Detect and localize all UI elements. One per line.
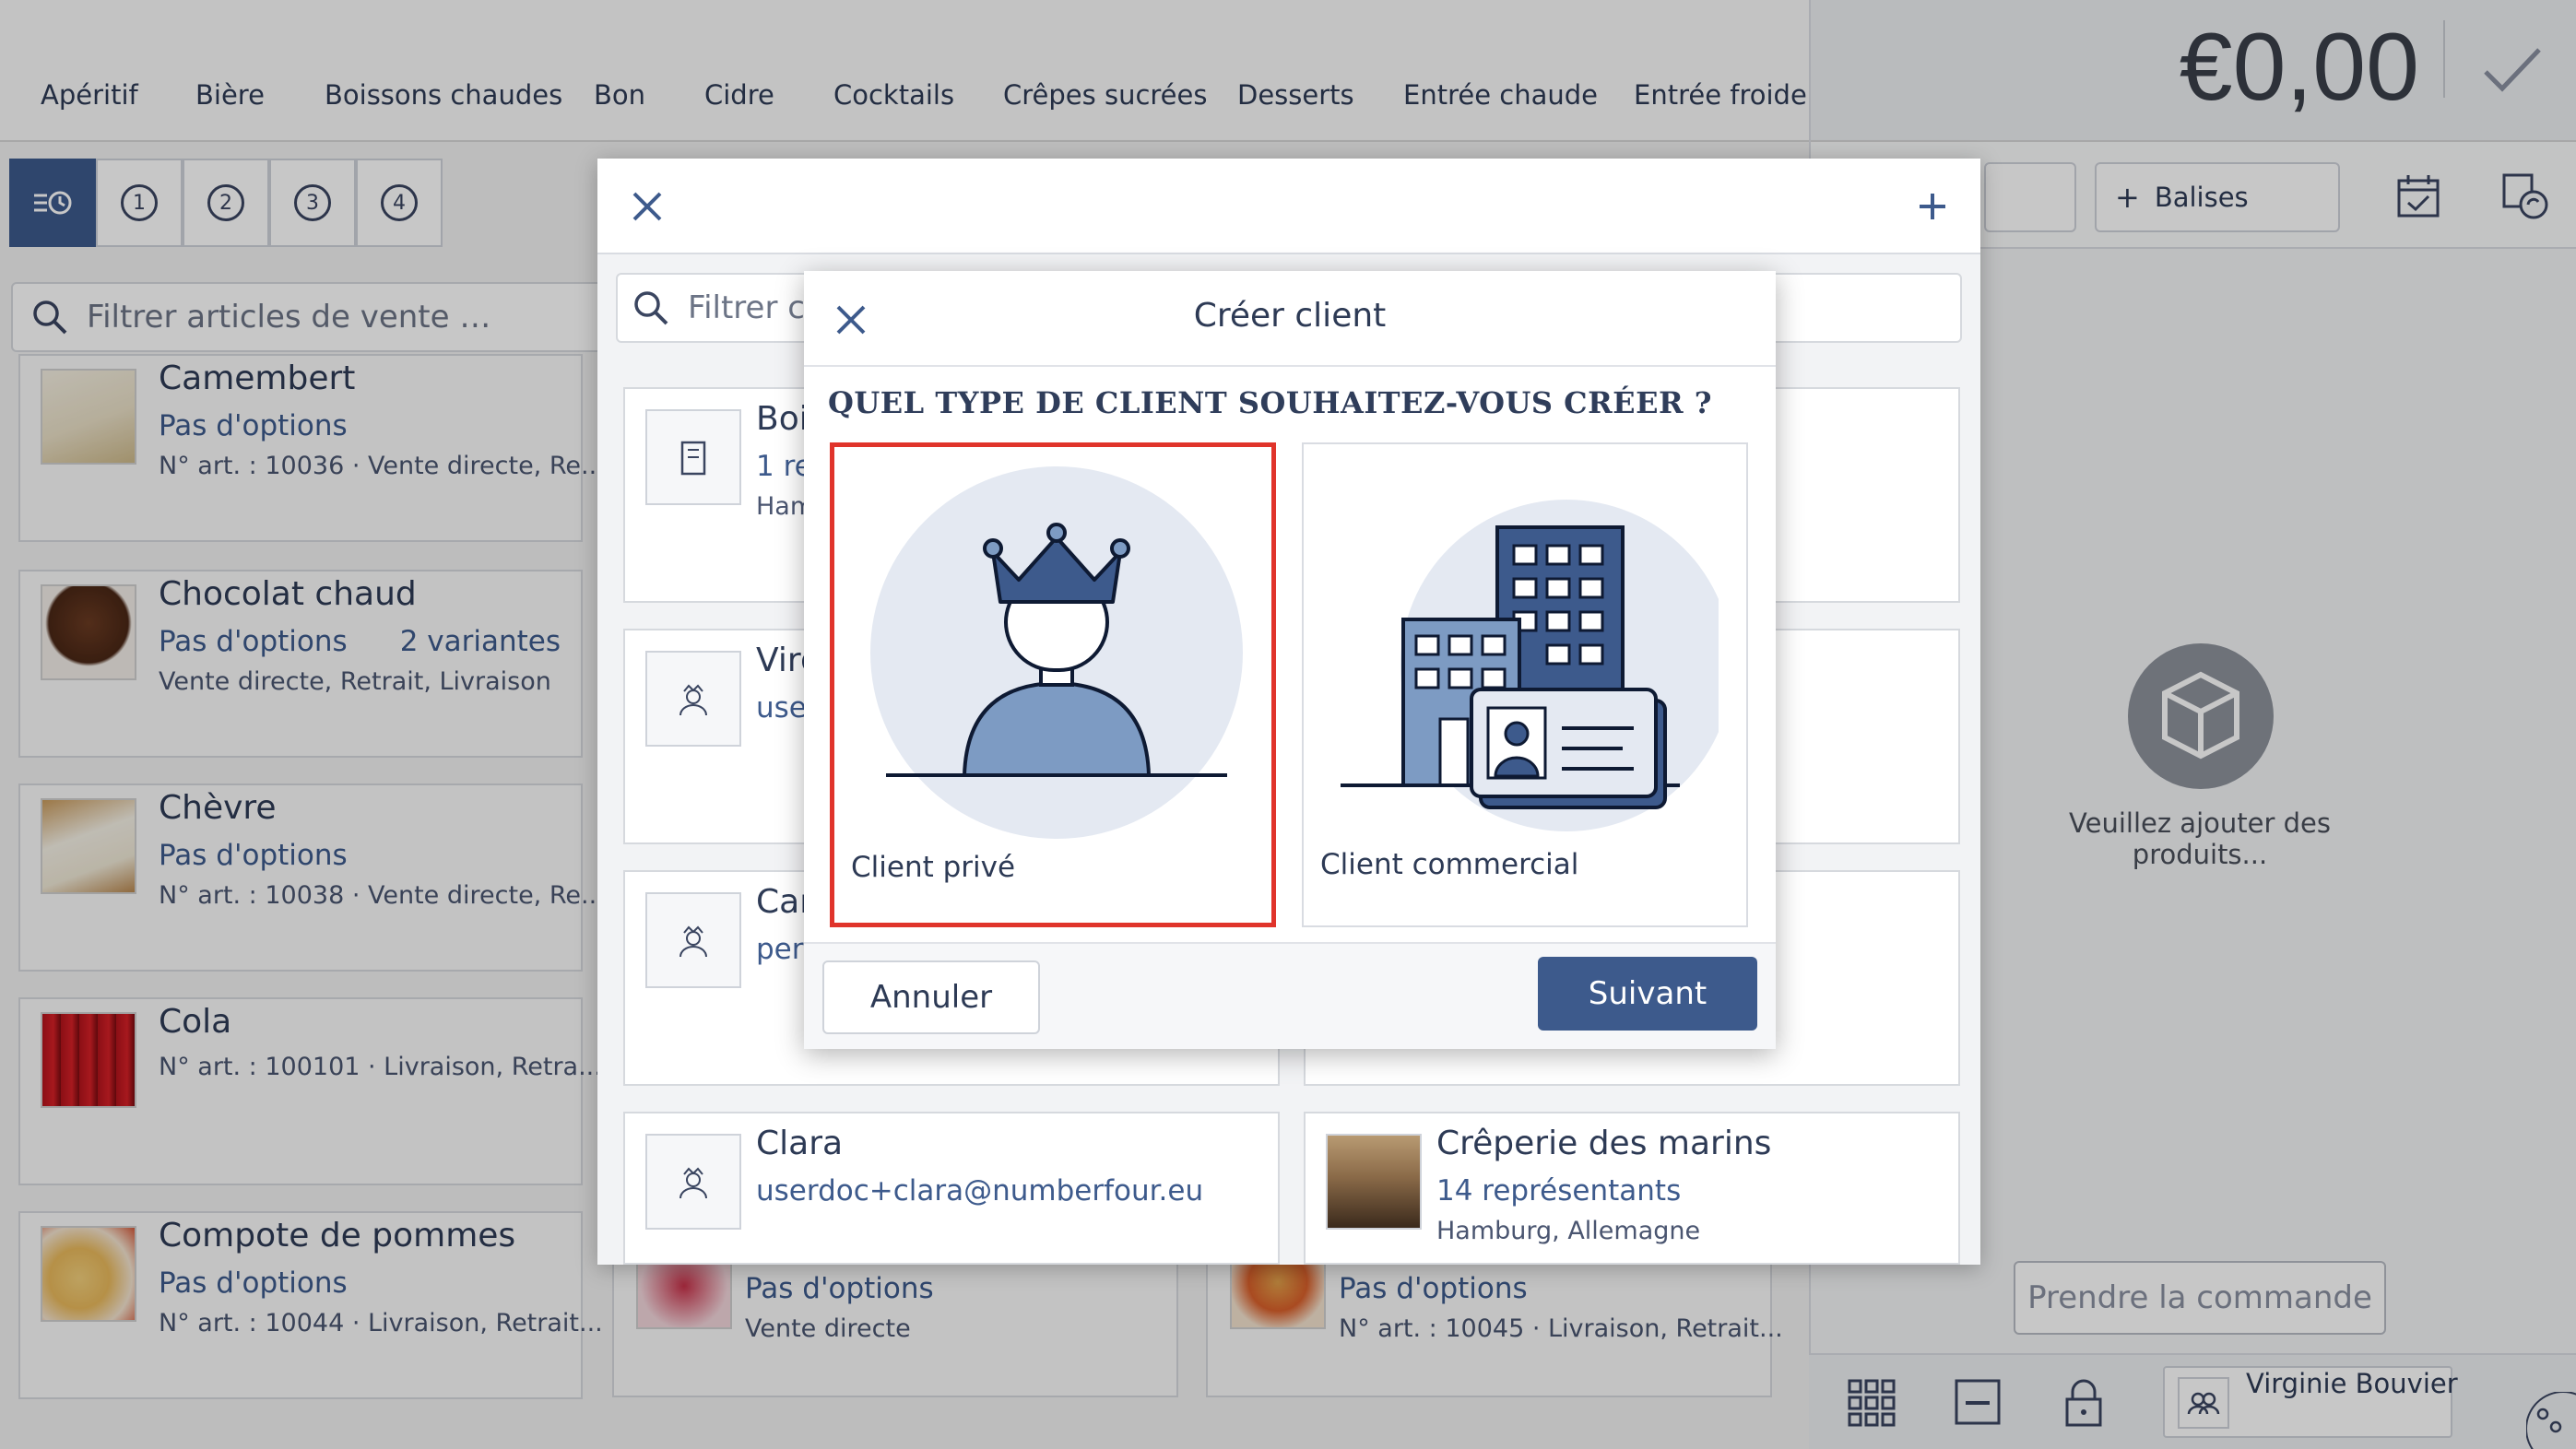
dialog-header: Créer client bbox=[804, 271, 1776, 367]
client-meta: Hamburg, Allemagne bbox=[1436, 1217, 1701, 1245]
person-icon bbox=[645, 1134, 741, 1230]
private-client-option[interactable]: Client privé bbox=[830, 442, 1276, 927]
client-card[interactable]: Clara userdoc+clara@numberfour.eu bbox=[623, 1112, 1280, 1265]
dialog-footer: Annuler Suivant bbox=[804, 942, 1776, 1049]
create-client-dialog: Créer client QUEL TYPE DE CLIENT SOUHAIT… bbox=[804, 271, 1776, 1049]
search-icon bbox=[634, 291, 668, 325]
private-client-label: Client privé bbox=[851, 851, 1016, 884]
client-name: Crêperie des marins bbox=[1436, 1125, 1772, 1162]
dialog-title: Créer client bbox=[1193, 297, 1387, 335]
client-modal-header bbox=[597, 159, 1980, 254]
client-image bbox=[1326, 1134, 1422, 1230]
person-icon bbox=[645, 892, 741, 988]
add-icon[interactable] bbox=[1914, 188, 1951, 225]
client-card[interactable]: Crêperie des marins 14 représentants Ham… bbox=[1304, 1112, 1960, 1265]
next-button[interactable]: Suivant bbox=[1538, 957, 1757, 1031]
commercial-client-icon bbox=[1341, 500, 1719, 831]
close-icon[interactable] bbox=[629, 188, 666, 225]
person-icon bbox=[645, 651, 741, 747]
private-client-icon bbox=[870, 466, 1243, 839]
client-name: Boi bbox=[756, 400, 809, 438]
cancel-button[interactable]: Annuler bbox=[822, 960, 1040, 1034]
client-name: Clara bbox=[756, 1125, 844, 1162]
building-icon bbox=[645, 409, 741, 505]
search-placeholder: Filtrer cl bbox=[688, 289, 814, 326]
commercial-client-label: Client commercial bbox=[1320, 848, 1579, 881]
commercial-client-option[interactable]: Client commercial bbox=[1302, 442, 1748, 927]
client-subtitle: 14 représentants bbox=[1436, 1174, 1682, 1208]
client-email: userdoc+clara@numberfour.eu bbox=[756, 1174, 1204, 1208]
client-type-question: QUEL TYPE DE CLIENT SOUHAITEZ-VOUS CRÉER… bbox=[828, 385, 1712, 420]
